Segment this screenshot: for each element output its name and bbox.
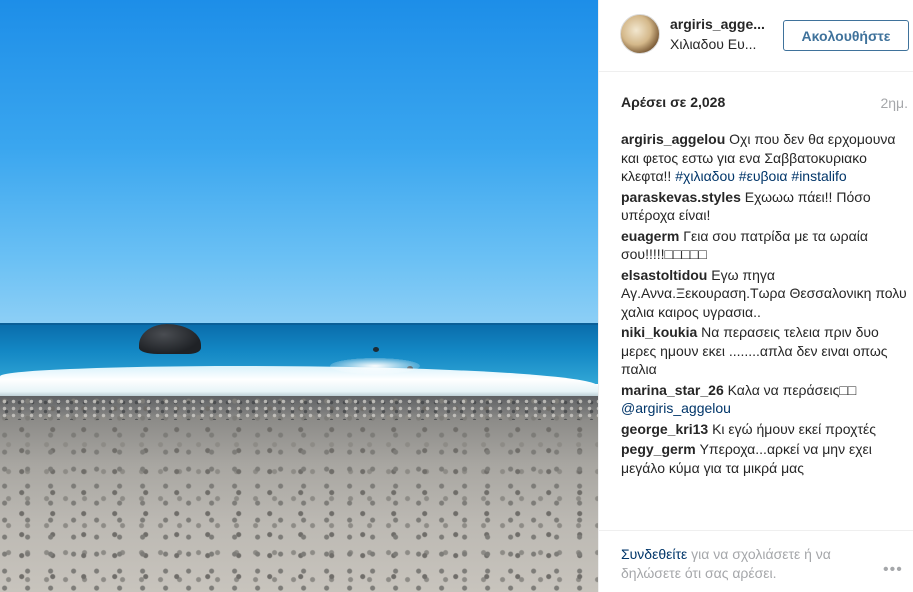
follow-button[interactable]: Ακολουθήστε <box>783 20 909 51</box>
comment-item: elsastoltidou Εγω πηγα Αγ.Αννα.Ξεκουραση… <box>621 266 907 322</box>
post-location[interactable]: Χιλιαδου Ευ... <box>670 36 774 52</box>
comment-username[interactable]: argiris_aggelou <box>621 131 725 147</box>
post-header: argiris_agge... Χιλιαδου Ευ... Ακολουθήσ… <box>599 0 913 72</box>
comment-item: euagerm Γεια σου πατρίδα με τα ωραία σου… <box>621 227 907 264</box>
post-time[interactable]: 2ημ. <box>880 95 908 111</box>
comment-item: pegy_germ Υπεροχα...αρκεί να μην εχει με… <box>621 440 907 477</box>
comment-item: niki_koukia Να περασεις τελεια πριν δυο … <box>621 323 907 379</box>
post-sidebar: argiris_agge... Χιλιαδου Ευ... Ακολουθήσ… <box>598 0 913 592</box>
photo-swimmer <box>373 347 379 352</box>
likes-count[interactable]: Αρέσει σε 2,028 <box>621 94 725 110</box>
login-prompt: Συνδεθείτε για να σχολιάσετε ή να δηλώσε… <box>621 545 861 582</box>
comment-item: paraskevas.styles Εχωωω πάει!! Πόσο υπέρ… <box>621 188 907 225</box>
comment-text: Καλα να περάσεις□□ <box>727 381 857 398</box>
more-options-icon[interactable]: ••• <box>883 561 903 579</box>
avatar[interactable] <box>620 14 660 54</box>
comment-mention[interactable]: @argiris_aggelou <box>621 400 731 416</box>
comment-hashtags[interactable]: #χιλιαδου #ευβοια #instalifo <box>675 168 846 184</box>
comment-username[interactable]: niki_koukia <box>621 324 697 340</box>
photo-wave-crest <box>330 358 420 374</box>
photo-beach <box>0 396 598 592</box>
comment-username[interactable]: pegy_germ <box>621 441 696 457</box>
comment-item: george_kri13 Κι εγώ ήμουν εκεί προχτές <box>621 420 907 439</box>
comments-list: argiris_aggelou Οχι που δεν θα ερχομουνα… <box>621 130 907 526</box>
post-footer: Συνδεθείτε για να σχολιάσετε ή να δηλώσε… <box>599 530 913 592</box>
comment-username[interactable]: george_kri13 <box>621 421 708 437</box>
photo-sky <box>0 0 598 328</box>
comment-username[interactable]: paraskevas.styles <box>621 189 741 205</box>
login-link[interactable]: Συνδεθείτε <box>621 546 687 562</box>
post-username[interactable]: argiris_agge... <box>670 16 774 32</box>
photo-horizon <box>0 323 598 325</box>
comment-username[interactable]: euagerm <box>621 228 679 244</box>
comment-item: argiris_aggelou Οχι που δεν θα ερχομουνα… <box>621 130 907 186</box>
photo-pebbles <box>0 398 598 420</box>
post-photo[interactable] <box>0 0 598 592</box>
comment-item: marina_star_26 Καλα να περάσεις□□ @argir… <box>621 381 907 418</box>
comment-text: Κι εγώ ήμουν εκεί προχτές <box>712 420 877 437</box>
comment-username[interactable]: marina_star_26 <box>621 382 724 398</box>
comment-username[interactable]: elsastoltidou <box>621 267 707 283</box>
